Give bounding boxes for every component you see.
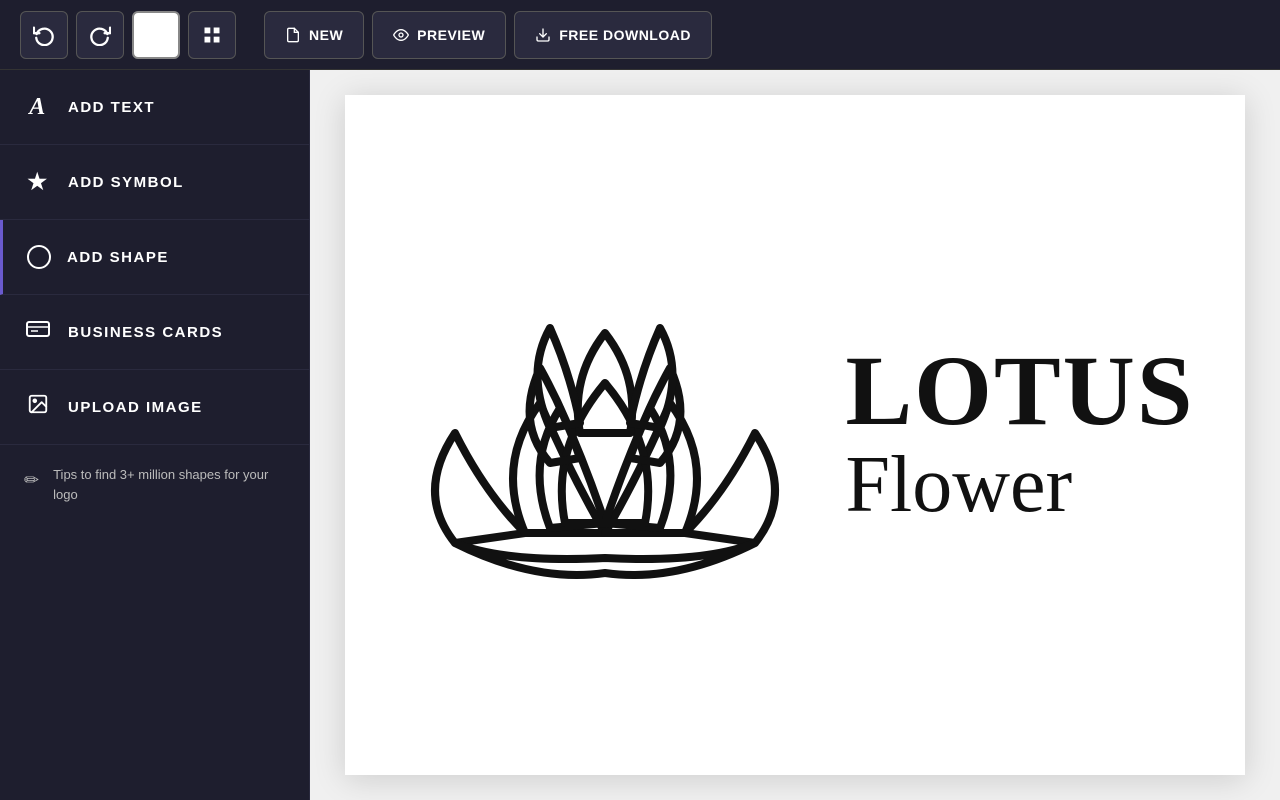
sidebar: A ADD TEXT ★ ADD SYMBOL ADD SHAPE BUSINE… (0, 70, 310, 800)
preview-label: PREVIEW (417, 27, 485, 43)
sidebar-item-add-symbol[interactable]: ★ ADD SYMBOL (0, 145, 309, 220)
canvas-area[interactable]: LOTUS Flower (310, 70, 1280, 800)
new-button[interactable]: NEW (264, 11, 364, 59)
sidebar-label-upload-image: UPLOAD IMAGE (68, 399, 203, 416)
color-swatch[interactable] (132, 11, 180, 59)
logo-text: LOTUS Flower (845, 341, 1194, 529)
grid-button[interactable] (188, 11, 236, 59)
canvas-content: LOTUS Flower (345, 95, 1245, 775)
logo-image (395, 263, 815, 608)
text-icon: A (24, 94, 52, 121)
tips-text: Tips to find 3+ million shapes for your … (53, 465, 285, 504)
sidebar-label-business-cards: BUSINESS CARDS (68, 324, 223, 341)
sidebar-item-add-text[interactable]: A ADD TEXT (0, 70, 309, 145)
preview-button[interactable]: PREVIEW (372, 11, 506, 59)
sidebar-item-upload-image[interactable]: UPLOAD IMAGE (0, 370, 309, 445)
download-label: FREE DOWNLOAD (559, 27, 691, 43)
canvas-board: LOTUS Flower (345, 95, 1245, 775)
download-button[interactable]: FREE DOWNLOAD (514, 11, 712, 59)
tips-icon: ✏ (24, 467, 39, 494)
main-area: A ADD TEXT ★ ADD SYMBOL ADD SHAPE BUSINE… (0, 70, 1280, 800)
business-cards-icon (24, 318, 52, 346)
toolbar: NEW PREVIEW FREE DOWNLOAD (0, 0, 1280, 70)
sidebar-label-add-shape: ADD SHAPE (67, 249, 169, 266)
logo-subtitle: Flower (845, 441, 1072, 529)
symbol-icon: ★ (24, 169, 52, 195)
logo-title: LOTUS (845, 341, 1194, 441)
new-label: NEW (309, 27, 343, 43)
shape-icon (27, 245, 51, 269)
sidebar-label-add-text: ADD TEXT (68, 99, 155, 116)
sidebar-label-add-symbol: ADD SYMBOL (68, 174, 184, 191)
undo-button[interactable] (20, 11, 68, 59)
upload-icon (24, 393, 52, 421)
sidebar-item-add-shape[interactable]: ADD SHAPE (0, 220, 309, 295)
sidebar-item-business-cards[interactable]: BUSINESS CARDS (0, 295, 309, 370)
sidebar-tips[interactable]: ✏ Tips to find 3+ million shapes for you… (0, 445, 309, 524)
redo-button[interactable] (76, 11, 124, 59)
